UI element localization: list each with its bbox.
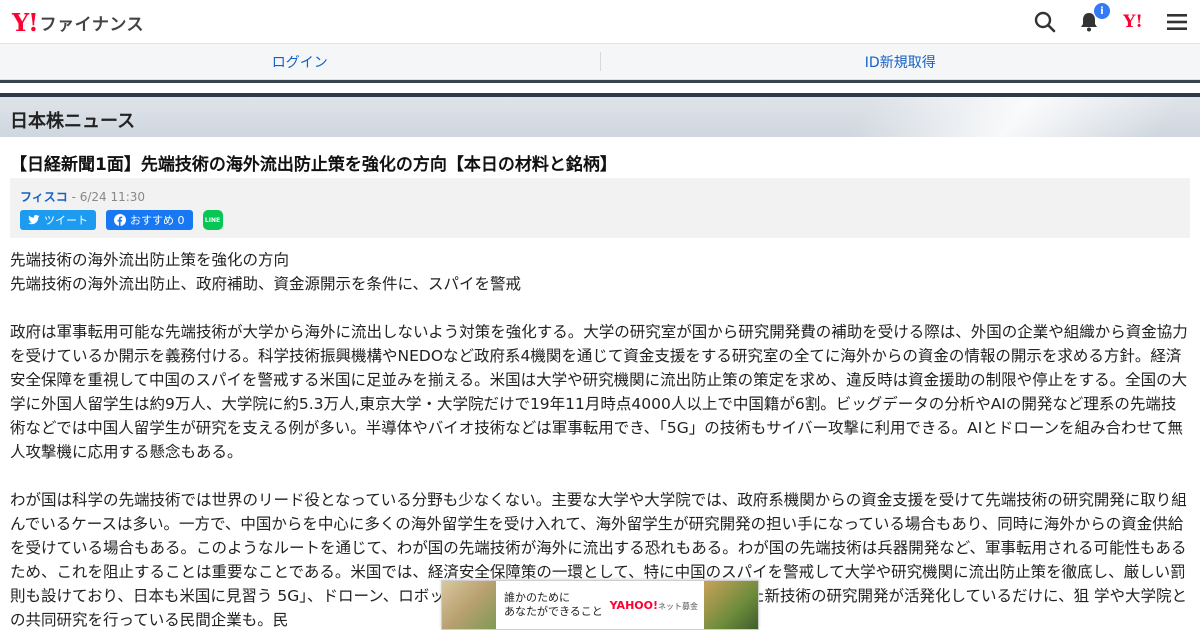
notification-badge: i	[1094, 3, 1110, 19]
bell-icon[interactable]: i	[1076, 3, 1110, 35]
ad-copy: 誰かのために あなたができること	[504, 591, 603, 618]
yahoo-top-link[interactable]: Y!	[1120, 9, 1146, 35]
divider	[0, 80, 1200, 83]
facebook-recommend-button[interactable]: おすすめ 0	[106, 210, 193, 230]
menu-icon[interactable]	[1164, 9, 1190, 35]
ad-image-pets	[442, 581, 496, 629]
article-body: 先端技術の海外流出防止策を強化の方向 先端技術の海外流出防止、政府補助、資金源開…	[10, 248, 1190, 630]
source-link[interactable]: フィスコ	[20, 190, 68, 204]
login-bar: ログイン ID新規取得	[0, 44, 1200, 80]
facebook-label: おすすめ 0	[130, 214, 185, 227]
article-meta: フィスコ - 6/24 11:30 ツイート おすすめ 0 LINE	[10, 178, 1190, 238]
yahoo-mini-icon: Y!	[1123, 12, 1143, 32]
decorative-swoosh	[785, 97, 1200, 137]
ad-image-children	[704, 581, 758, 629]
article-title: 【日経新聞1面】先端技術の海外流出防止策を強化の方向【本日の材料と銘柄】	[10, 155, 617, 175]
share-buttons: ツイート おすすめ 0 LINE	[20, 210, 223, 230]
register-link[interactable]: ID新規取得	[601, 44, 1200, 79]
yahoo-logo-mark: Y!	[12, 7, 39, 37]
paragraph: 政府は軍事転用可能な先端技術が大学から海外に流出しないよう対策を強化する。大学の…	[10, 323, 1188, 461]
logo-text: ファイナンス	[39, 14, 144, 35]
bottom-ad-banner[interactable]: 誰かのために あなたができること YAHOO!ネット募金	[441, 580, 759, 630]
line-icon: LINE	[204, 216, 221, 224]
section-header: 日本株ニュース	[0, 93, 1200, 137]
login-link[interactable]: ログイン	[0, 44, 600, 79]
top-header: Y! ファイナンス i Y!	[0, 0, 1200, 44]
section-title: 日本株ニュース	[10, 111, 136, 132]
twitter-bird-icon	[28, 215, 40, 225]
ad-brand: YAHOO!ネット募金	[609, 598, 698, 612]
line-share-button[interactable]: LINE	[202, 210, 223, 230]
facebook-icon	[114, 214, 126, 226]
source-line: フィスコ - 6/24 11:30	[20, 188, 145, 205]
yahoo-finance-logo[interactable]: Y! ファイナンス	[12, 7, 144, 37]
tweet-button[interactable]: ツイート	[20, 210, 96, 230]
search-icon[interactable]	[1032, 9, 1058, 35]
timestamp: - 6/24 11:30	[67, 190, 146, 204]
tweet-label: ツイート	[44, 214, 88, 227]
header-icons: i Y!	[1032, 3, 1190, 36]
lead-line: 先端技術の海外流出防止、政府補助、資金源開示を条件に、スパイを警戒	[10, 275, 522, 293]
lead-line: 先端技術の海外流出防止策を強化の方向	[10, 251, 290, 269]
